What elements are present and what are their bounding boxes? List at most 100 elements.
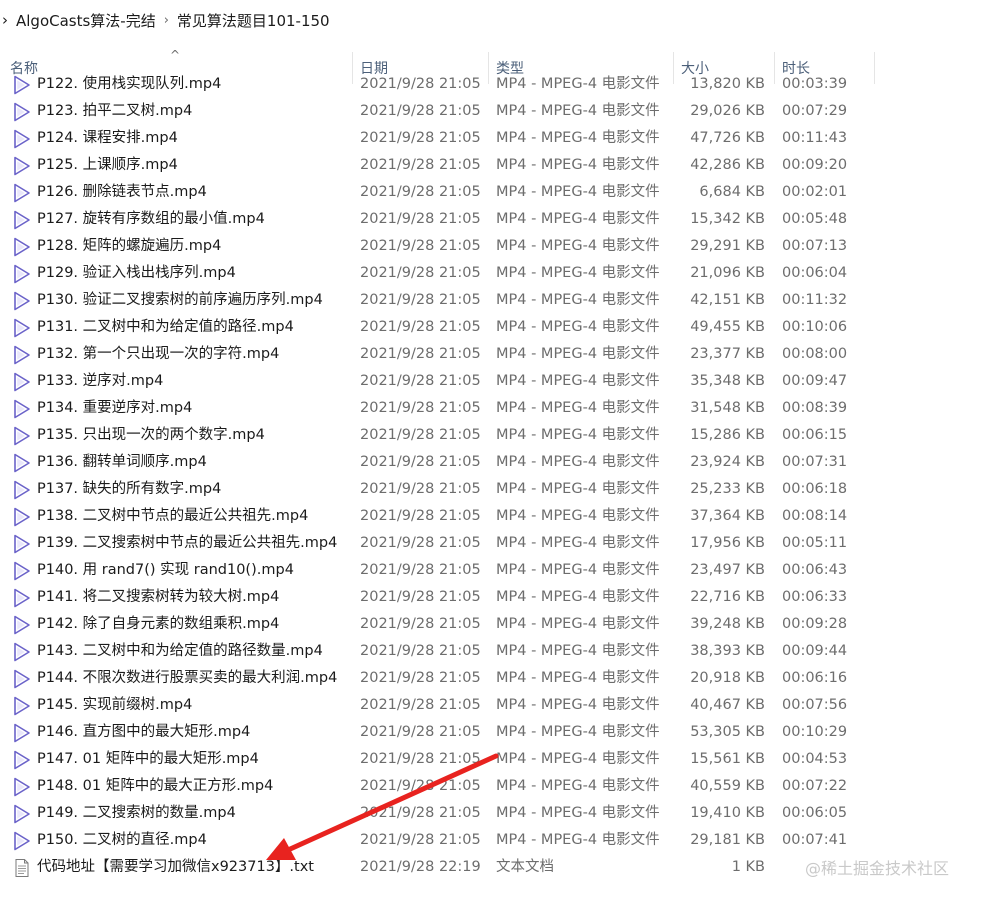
- file-date: 2021/9/28 21:05: [360, 346, 481, 362]
- file-name: P133. 逆序对.mp4: [37, 373, 164, 389]
- file-type: MP4 - MPEG-4 电影文件: [496, 454, 660, 470]
- file-size: 31,548 KB: [690, 400, 765, 416]
- file-size: 29,181 KB: [690, 832, 765, 848]
- file-row[interactable]: P147. 01 矩阵中的最大矩形.mp4 2021/9/28 21:05 MP4 …: [0, 746, 990, 773]
- file-date: 2021/9/28 21:05: [360, 400, 481, 416]
- file-size: 42,286 KB: [690, 157, 765, 173]
- file-row[interactable]: P141. 将二叉搜索树转为较大树.mp4 2021/9/28 21:05 MP4 …: [0, 584, 990, 611]
- file-size: 29,291 KB: [690, 238, 765, 254]
- file-type: MP4 - MPEG-4 电影文件: [496, 832, 660, 848]
- video-icon: [12, 75, 32, 95]
- file-date: 2021/9/28 21:05: [360, 643, 481, 659]
- file-row[interactable]: P143. 二叉树中和为给定值的路径数量.mp4 2021/9/28 21:05 M…: [0, 638, 990, 665]
- file-type: MP4 - MPEG-4 电影文件: [496, 724, 660, 740]
- file-date: 2021/9/28 21:05: [360, 805, 481, 821]
- file-row[interactable]: P137. 缺失的所有数字.mp4 2021/9/28 21:05 MP4 - MP…: [0, 476, 990, 503]
- file-name: P128. 矩阵的螺旋遍历.mp4: [37, 238, 222, 254]
- file-size: 23,924 KB: [690, 454, 765, 470]
- file-type: MP4 - MPEG-4 电影文件: [496, 184, 660, 200]
- file-type: MP4 - MPEG-4 电影文件: [496, 562, 660, 578]
- file-name: P130. 验证二叉搜索树的前序遍历序列.mp4: [37, 292, 323, 308]
- file-duration: 00:07:22: [782, 778, 848, 794]
- file-name: P125. 上课顺序.mp4: [37, 157, 178, 173]
- file-size: 38,393 KB: [690, 643, 765, 659]
- breadcrumb-chevron-icon[interactable]: ›: [2, 11, 8, 29]
- file-type: MP4 - MPEG-4 电影文件: [496, 535, 660, 551]
- file-size: 21,096 KB: [690, 265, 765, 281]
- file-date: 2021/9/28 21:05: [360, 130, 481, 146]
- file-name: P149. 二叉搜索树的数量.mp4: [37, 805, 236, 821]
- file-size: 23,497 KB: [690, 562, 765, 578]
- file-type: 文本文档: [496, 859, 554, 875]
- file-type: MP4 - MPEG-4 电影文件: [496, 238, 660, 254]
- file-row[interactable]: P134. 重要逆序对.mp4 2021/9/28 21:05 MP4 - MPEG…: [0, 395, 990, 422]
- file-row[interactable]: P133. 逆序对.mp4 2021/9/28 21:05 MP4 - MPEG-4…: [0, 368, 990, 395]
- file-type: MP4 - MPEG-4 电影文件: [496, 670, 660, 686]
- file-row[interactable]: P128. 矩阵的螺旋遍历.mp4 2021/9/28 21:05 MP4 - MP…: [0, 233, 990, 260]
- file-duration: 00:07:13: [782, 238, 848, 254]
- file-date: 2021/9/28 21:05: [360, 751, 481, 767]
- file-row[interactable]: P145. 实现前缀树.mp4 2021/9/28 21:05 MP4 - MPEG…: [0, 692, 990, 719]
- file-date: 2021/9/28 21:05: [360, 670, 481, 686]
- file-name: P126. 删除链表节点.mp4: [37, 184, 207, 200]
- file-size: 15,561 KB: [690, 751, 765, 767]
- file-row[interactable]: P135. 只出现一次的两个数字.mp4 2021/9/28 21:05 MP4 -…: [0, 422, 990, 449]
- file-size: 49,455 KB: [690, 319, 765, 335]
- file-row[interactable]: P125. 上课顺序.mp4 2021/9/28 21:05 MP4 - MPEG-…: [0, 152, 990, 179]
- file-duration: 00:10:29: [782, 724, 848, 740]
- file-row[interactable]: P127. 旋转有序数组的最小值.mp4 2021/9/28 21:05 MP4 -…: [0, 206, 990, 233]
- file-duration: 00:07:29: [782, 103, 848, 119]
- file-type: MP4 - MPEG-4 电影文件: [496, 697, 660, 713]
- file-name: P135. 只出现一次的两个数字.mp4: [37, 427, 265, 443]
- file-row[interactable]: P142. 除了自身元素的数组乘积.mp4 2021/9/28 21:05 MP4 …: [0, 611, 990, 638]
- file-date: 2021/9/28 21:05: [360, 616, 481, 632]
- file-duration: 00:10:06: [782, 319, 848, 335]
- file-row[interactable]: P138. 二叉树中节点的最近公共祖先.mp4 2021/9/28 21:05 MP…: [0, 503, 990, 530]
- file-type: MP4 - MPEG-4 电影文件: [496, 427, 660, 443]
- file-row[interactable]: P131. 二叉树中和为给定值的路径.mp4 2021/9/28 21:05 MP4…: [0, 314, 990, 341]
- file-name: P137. 缺失的所有数字.mp4: [37, 481, 222, 497]
- video-icon: [12, 426, 32, 446]
- breadcrumb-separator-icon[interactable]: ›: [164, 13, 169, 28]
- file-type: MP4 - MPEG-4 电影文件: [496, 481, 660, 497]
- file-duration: 00:07:56: [782, 697, 848, 713]
- file-size: 22,716 KB: [690, 589, 765, 605]
- video-icon: [12, 804, 32, 824]
- file-type: MP4 - MPEG-4 电影文件: [496, 265, 660, 281]
- file-row[interactable]: P136. 翻转单词顺序.mp4 2021/9/28 21:05 MP4 - MPE…: [0, 449, 990, 476]
- breadcrumb-item-current[interactable]: 常见算法题目101-150: [177, 10, 330, 31]
- video-icon: [12, 642, 32, 662]
- file-row[interactable]: P130. 验证二叉搜索树的前序遍历序列.mp4 2021/9/28 21:05 M…: [0, 287, 990, 314]
- file-row[interactable]: P150. 二叉树的直径.mp4 2021/9/28 21:05 MP4 - MPE…: [0, 827, 990, 854]
- file-row[interactable]: P126. 删除链表节点.mp4 2021/9/28 21:05 MP4 - MPE…: [0, 179, 990, 206]
- file-size: 19,410 KB: [690, 805, 765, 821]
- file-list: P122. 使用栈实现队列.mp4 2021/9/28 21:05 MP4 - MP…: [0, 72, 990, 900]
- file-row[interactable]: P122. 使用栈实现队列.mp4 2021/9/28 21:05 MP4 - MP…: [0, 72, 990, 98]
- file-size: 39,248 KB: [690, 616, 765, 632]
- file-row[interactable]: P148. 01 矩阵中的最大正方形.mp4 2021/9/28 21:05 MP4…: [0, 773, 990, 800]
- file-row[interactable]: P149. 二叉搜索树的数量.mp4 2021/9/28 21:05 MP4 - M…: [0, 800, 990, 827]
- file-date: 2021/9/28 21:05: [360, 454, 481, 470]
- text-file-icon: [12, 858, 32, 878]
- video-icon: [12, 507, 32, 527]
- file-duration: 00:08:14: [782, 508, 848, 524]
- file-row[interactable]: P124. 课程安排.mp4 2021/9/28 21:05 MP4 - MPEG-…: [0, 125, 990, 152]
- file-name: P144. 不限次数进行股票买卖的最大利润.mp4: [37, 670, 338, 686]
- file-row[interactable]: P132. 第一个只出现一次的字符.mp4 2021/9/28 21:05 MP4 …: [0, 341, 990, 368]
- video-icon: [12, 372, 32, 392]
- file-row[interactable]: P129. 验证入栈出栈序列.mp4 2021/9/28 21:05 MP4 - M…: [0, 260, 990, 287]
- breadcrumb-item-root[interactable]: AlgoCasts算法-完结: [16, 10, 156, 31]
- video-icon: [12, 318, 32, 338]
- file-date: 2021/9/28 21:05: [360, 265, 481, 281]
- file-row[interactable]: P146. 直方图中的最大矩形.mp4 2021/9/28 21:05 MP4 - …: [0, 719, 990, 746]
- file-row[interactable]: P144. 不限次数进行股票买卖的最大利润.mp4 2021/9/28 21:05…: [0, 665, 990, 692]
- file-size: 40,467 KB: [690, 697, 765, 713]
- file-type: MP4 - MPEG-4 电影文件: [496, 346, 660, 362]
- file-duration: 00:09:28: [782, 616, 848, 632]
- file-type: MP4 - MPEG-4 电影文件: [496, 103, 660, 119]
- file-row[interactable]: P123. 拍平二叉树.mp4 2021/9/28 21:05 MP4 - MPEG…: [0, 98, 990, 125]
- file-type: MP4 - MPEG-4 电影文件: [496, 373, 660, 389]
- file-row[interactable]: P140. 用 rand7() 实现 rand10().mp4 2021/9/28…: [0, 557, 990, 584]
- file-type: MP4 - MPEG-4 电影文件: [496, 805, 660, 821]
- file-row[interactable]: P139. 二叉搜索树中节点的最近公共祖先.mp4 2021/9/28 21:05…: [0, 530, 990, 557]
